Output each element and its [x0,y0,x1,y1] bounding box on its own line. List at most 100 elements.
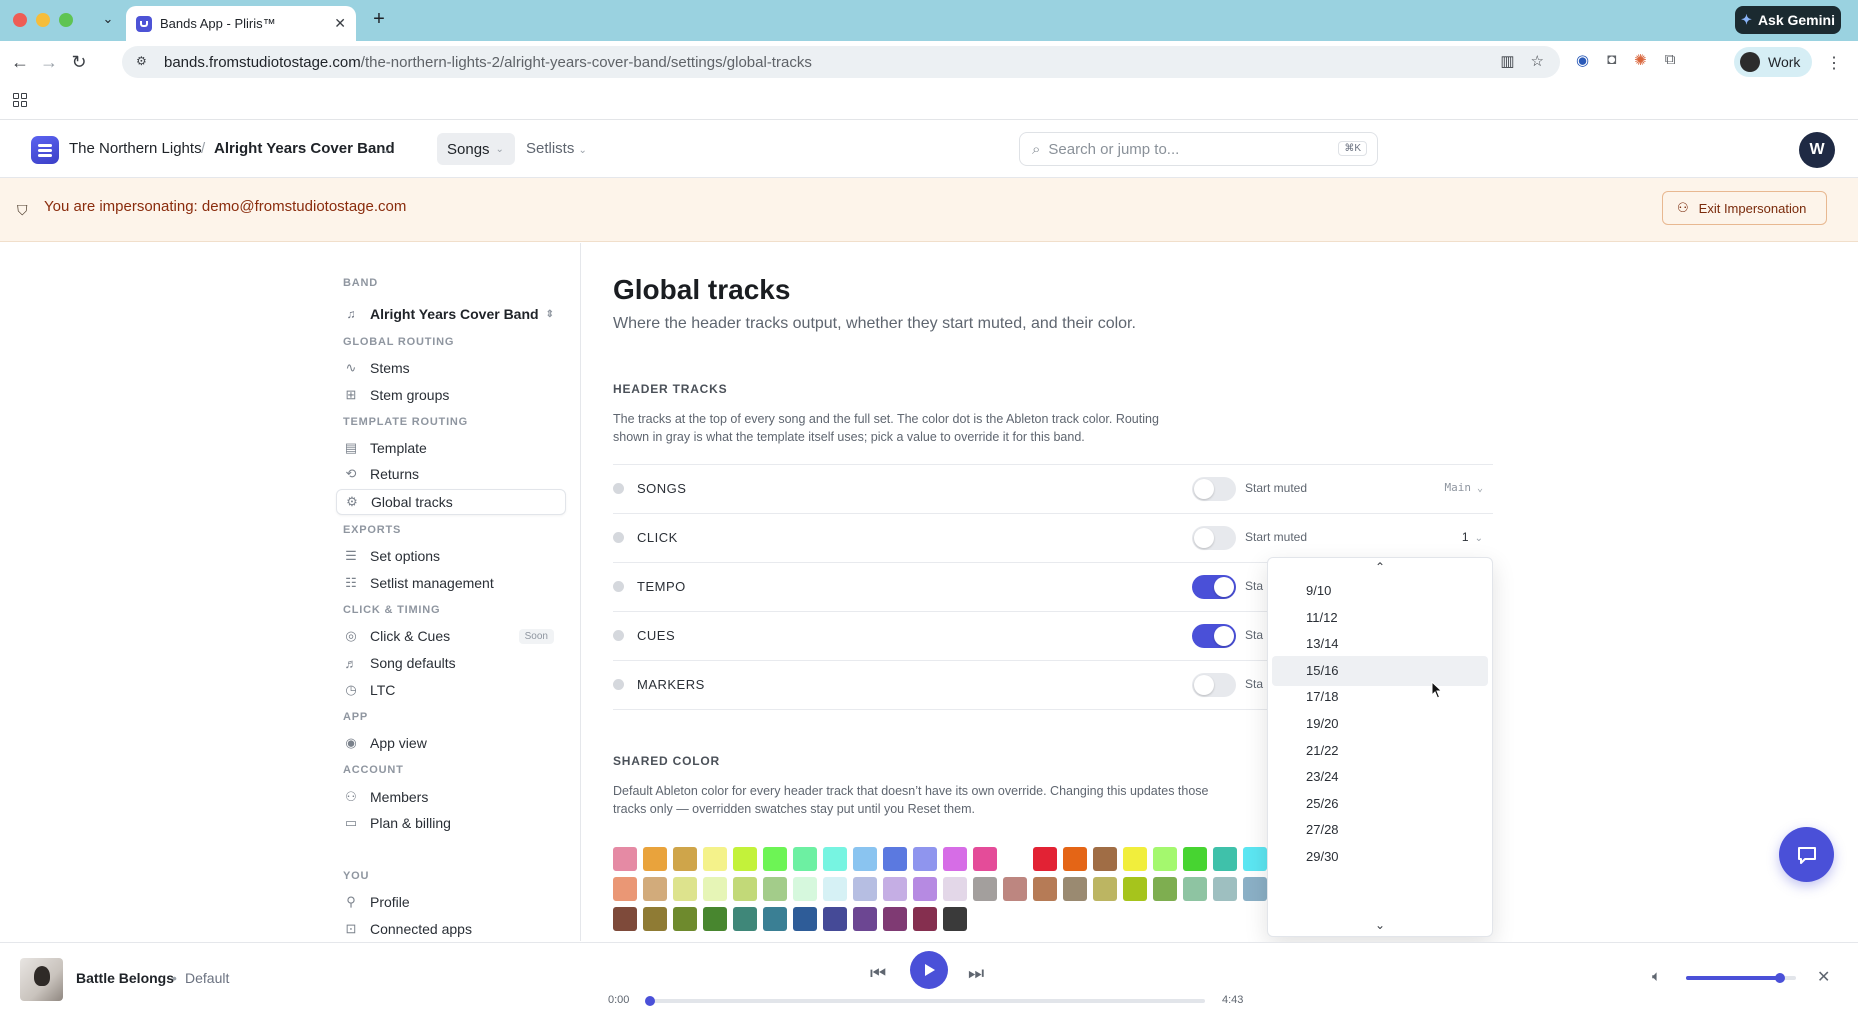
nav-songs[interactable]: Songs ⌄ [437,133,515,165]
reload-icon[interactable]: ↻ [65,49,93,75]
dropdown-option[interactable]: 9/10 [1272,576,1488,606]
sidebar-item-plan-billing[interactable]: ▭ Plan & billing [336,810,566,836]
sidebar-item-song-defaults[interactable]: ♬ Song defaults [336,650,566,676]
color-swatch[interactable] [853,907,877,931]
dropdown-option[interactable]: 19/20 [1272,709,1488,739]
color-swatch[interactable] [673,907,697,931]
start-muted-toggle[interactable] [1192,673,1236,697]
color-swatch[interactable] [703,907,727,931]
track-color-dot[interactable] [613,679,624,690]
chevron-down-icon[interactable]: ⌄ [381,143,390,156]
color-swatch[interactable] [763,907,787,931]
address-bar[interactable]: ⚙ bands.fromstudiotostage.com/the-northe… [122,46,1560,78]
route-select[interactable]: Main ⌄ [1444,481,1483,494]
color-swatch[interactable] [733,847,757,871]
color-swatch[interactable] [1063,877,1087,901]
browser-menu-icon[interactable]: ⋮ [1826,53,1842,73]
new-tab-button[interactable]: + [368,8,390,30]
reading-mode-icon[interactable]: ▥ [1500,52,1514,70]
color-swatch[interactable] [943,877,967,901]
color-swatch[interactable] [973,847,997,871]
tab-search-icon[interactable]: ⌄ [98,9,118,29]
dropdown-option[interactable]: 17/18 [1272,682,1488,712]
browser-tab[interactable]: Bands App - Pliris™ ✕ [126,6,356,41]
color-swatch[interactable] [1213,847,1237,871]
color-swatch[interactable] [823,907,847,931]
color-swatch[interactable] [703,877,727,901]
nav-setlists[interactable]: Setlists ⌄ [526,140,587,157]
song-title[interactable]: Battle Belongs [76,970,174,986]
color-swatch[interactable] [763,877,787,901]
color-swatch[interactable] [763,847,787,871]
extension-password-icon[interactable]: ◉ [1576,51,1589,69]
color-swatch[interactable] [913,877,937,901]
progress-thumb[interactable] [645,996,655,1006]
color-swatch[interactable] [733,877,757,901]
dropdown-option[interactable]: 23/24 [1272,762,1488,792]
track-color-dot[interactable] [613,630,624,641]
color-swatch[interactable] [793,907,817,931]
color-swatch[interactable] [1003,877,1027,901]
sidebar-item-stem-groups[interactable]: ⊞ Stem groups [336,382,566,408]
sidebar-item-stems[interactable]: ∿ Stems [336,355,566,381]
dropdown-option[interactable]: 29/30 [1272,842,1488,872]
color-swatch[interactable] [883,907,907,931]
color-swatch[interactable] [823,847,847,871]
color-swatch[interactable] [733,907,757,931]
extension-claude-icon[interactable]: ✺ [1634,51,1647,69]
sidebar-item-connected-apps[interactable]: ⊡ Connected apps [336,916,566,941]
dropdown-option[interactable]: 11/12 [1272,603,1488,633]
volume-thumb[interactable] [1774,973,1785,983]
ask-gemini-button[interactable]: ✦ Ask Gemini [1735,6,1841,34]
color-swatch[interactable] [823,877,847,901]
color-swatch[interactable] [673,877,697,901]
track-color-dot[interactable] [613,532,624,543]
color-swatch[interactable] [1093,847,1117,871]
color-swatch[interactable] [853,847,877,871]
site-settings-icon[interactable]: ⚙ [136,54,152,70]
color-swatch[interactable] [703,847,727,871]
sidebar-item-members[interactable]: ⚇ Members [336,784,566,810]
color-swatch[interactable] [853,877,877,901]
start-muted-toggle[interactable] [1192,575,1236,599]
color-swatch[interactable] [613,907,637,931]
sidebar-item-global-tracks[interactable]: ⚙ Global tracks [336,489,566,515]
sidebar-item-click-cues[interactable]: ◎ Click & Cues Soon [336,623,566,649]
color-swatch[interactable] [1183,847,1207,871]
dropdown-option[interactable]: 13/14 [1272,629,1488,659]
dropdown-option[interactable]: 15/16 [1272,655,1488,686]
sidebar-item-set-options[interactable]: ☰ Set options [336,543,566,569]
extension-camera-icon[interactable]: ◘ [1607,51,1616,69]
color-swatch[interactable] [1153,877,1177,901]
color-swatch[interactable] [793,847,817,871]
skip-back-icon[interactable]: ⏮ [870,963,886,984]
volume-icon[interactable]: 🔈︎ [1652,968,1661,985]
color-swatch[interactable] [943,907,967,931]
breadcrumb-sub-band[interactable]: Alright Years Cover Band [214,140,395,157]
progress-bar[interactable] [645,996,1205,1006]
exit-impersonation-button[interactable]: ⚇ Exit Impersonation [1662,191,1827,225]
start-muted-toggle[interactable] [1192,526,1236,550]
start-muted-toggle[interactable] [1192,624,1236,648]
skip-forward-icon[interactable]: ⏭ [968,963,984,984]
color-swatch[interactable] [1183,877,1207,901]
search-input[interactable]: ⌕ Search or jump to... ⌘K [1019,132,1378,166]
color-swatch[interactable] [1243,847,1267,871]
profile-chip[interactable]: Work [1734,47,1812,77]
close-tab-icon[interactable]: ✕ [334,15,346,32]
window-minimize-button[interactable] [36,13,50,27]
sidebar-item-setlist-management[interactable]: ☷ Setlist management [336,570,566,596]
chat-support-button[interactable] [1779,827,1834,882]
window-maximize-button[interactable] [59,13,73,27]
color-swatch[interactable] [1033,847,1057,871]
color-swatch[interactable] [1243,877,1267,901]
dropdown-option[interactable]: 21/22 [1272,736,1488,766]
color-swatch[interactable] [643,847,667,871]
color-swatch[interactable] [943,847,967,871]
color-swatch[interactable] [613,877,637,901]
color-swatch[interactable] [973,877,997,901]
app-logo-icon[interactable] [31,136,59,164]
sidebar-item-app-view[interactable]: ◉ App view [336,730,566,756]
bookmark-star-icon[interactable]: ☆ [1531,52,1544,70]
color-swatch[interactable] [1123,877,1147,901]
